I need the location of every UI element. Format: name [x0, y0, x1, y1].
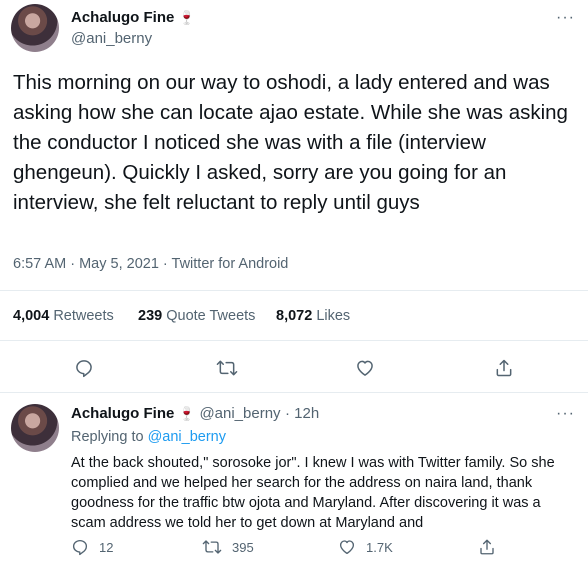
reply-icon[interactable]	[72, 356, 96, 380]
reply-retweet-action[interactable]: 395	[202, 538, 254, 556]
divider	[0, 340, 588, 341]
wine-glass-emoji: 🍷	[178, 406, 195, 421]
quote-tweets-stat[interactable]: 239 Quote Tweets	[138, 308, 255, 324]
avatar[interactable]	[11, 4, 59, 52]
reply-reply-action[interactable]: 12	[71, 538, 113, 556]
wine-glass-emoji: 🍷	[178, 10, 195, 25]
reply-author-line: Achalugo Fine 🍷 @ani_berny · 12h	[71, 405, 319, 423]
likes-stat[interactable]: 8,072 Likes	[276, 308, 350, 324]
heart-icon[interactable]	[353, 356, 377, 380]
quote-tweets-count: 239	[138, 308, 163, 324]
share-icon[interactable]	[492, 356, 516, 380]
reply-more-options-icon[interactable]: ···	[556, 405, 575, 423]
divider	[0, 392, 588, 393]
divider	[0, 290, 588, 291]
likes-label: Likes	[316, 308, 351, 324]
retweets-count: 4,004	[13, 308, 50, 324]
author-line[interactable]: Achalugo Fine 🍷	[71, 9, 195, 27]
retweet-icon[interactable]	[202, 538, 222, 556]
reply-count: 12	[99, 539, 114, 555]
replying-to: Replying to @ani_berny	[71, 429, 226, 445]
tweet-timestamp[interactable]: 6:57 AM · May 5, 2021	[13, 256, 159, 272]
likes-count: 8,072	[276, 308, 313, 324]
tweet-source[interactable]: Twitter for Android	[172, 256, 289, 272]
like-count: 1.7K	[366, 539, 393, 555]
author-name[interactable]: Achalugo Fine	[71, 9, 174, 26]
reply-time[interactable]: · 12h	[285, 405, 319, 422]
retweet-count: 395	[232, 539, 254, 555]
reply-author-name[interactable]: Achalugo Fine	[71, 405, 174, 422]
retweets-label: Retweets	[53, 308, 114, 324]
quote-tweets-label: Quote Tweets	[166, 308, 256, 324]
tweet-text: This morning on our way to oshodi, a lad…	[13, 71, 568, 214]
retweet-icon[interactable]	[215, 356, 239, 380]
more-options-icon[interactable]: ···	[556, 9, 575, 27]
tweet-meta: 6:57 AM · May 5, 2021 · Twitter for Andr…	[13, 256, 288, 272]
author-handle[interactable]: @ani_berny	[71, 30, 152, 47]
heart-icon[interactable]	[338, 538, 356, 556]
reply-author-handle[interactable]: @ani_berny	[199, 405, 280, 422]
reply-icon[interactable]	[71, 538, 89, 556]
reply-like-action[interactable]: 1.7K	[338, 538, 393, 556]
meta-separator: ·	[158, 256, 172, 272]
retweets-stat[interactable]: 4,004 Retweets	[13, 308, 114, 324]
share-icon[interactable]	[478, 538, 496, 556]
replying-to-label: Replying to	[71, 429, 144, 445]
replying-to-handle[interactable]: @ani_berny	[148, 429, 226, 445]
reply-text: At the back shouted," sorosoke jor". I k…	[71, 455, 555, 531]
avatar[interactable]	[11, 404, 59, 452]
